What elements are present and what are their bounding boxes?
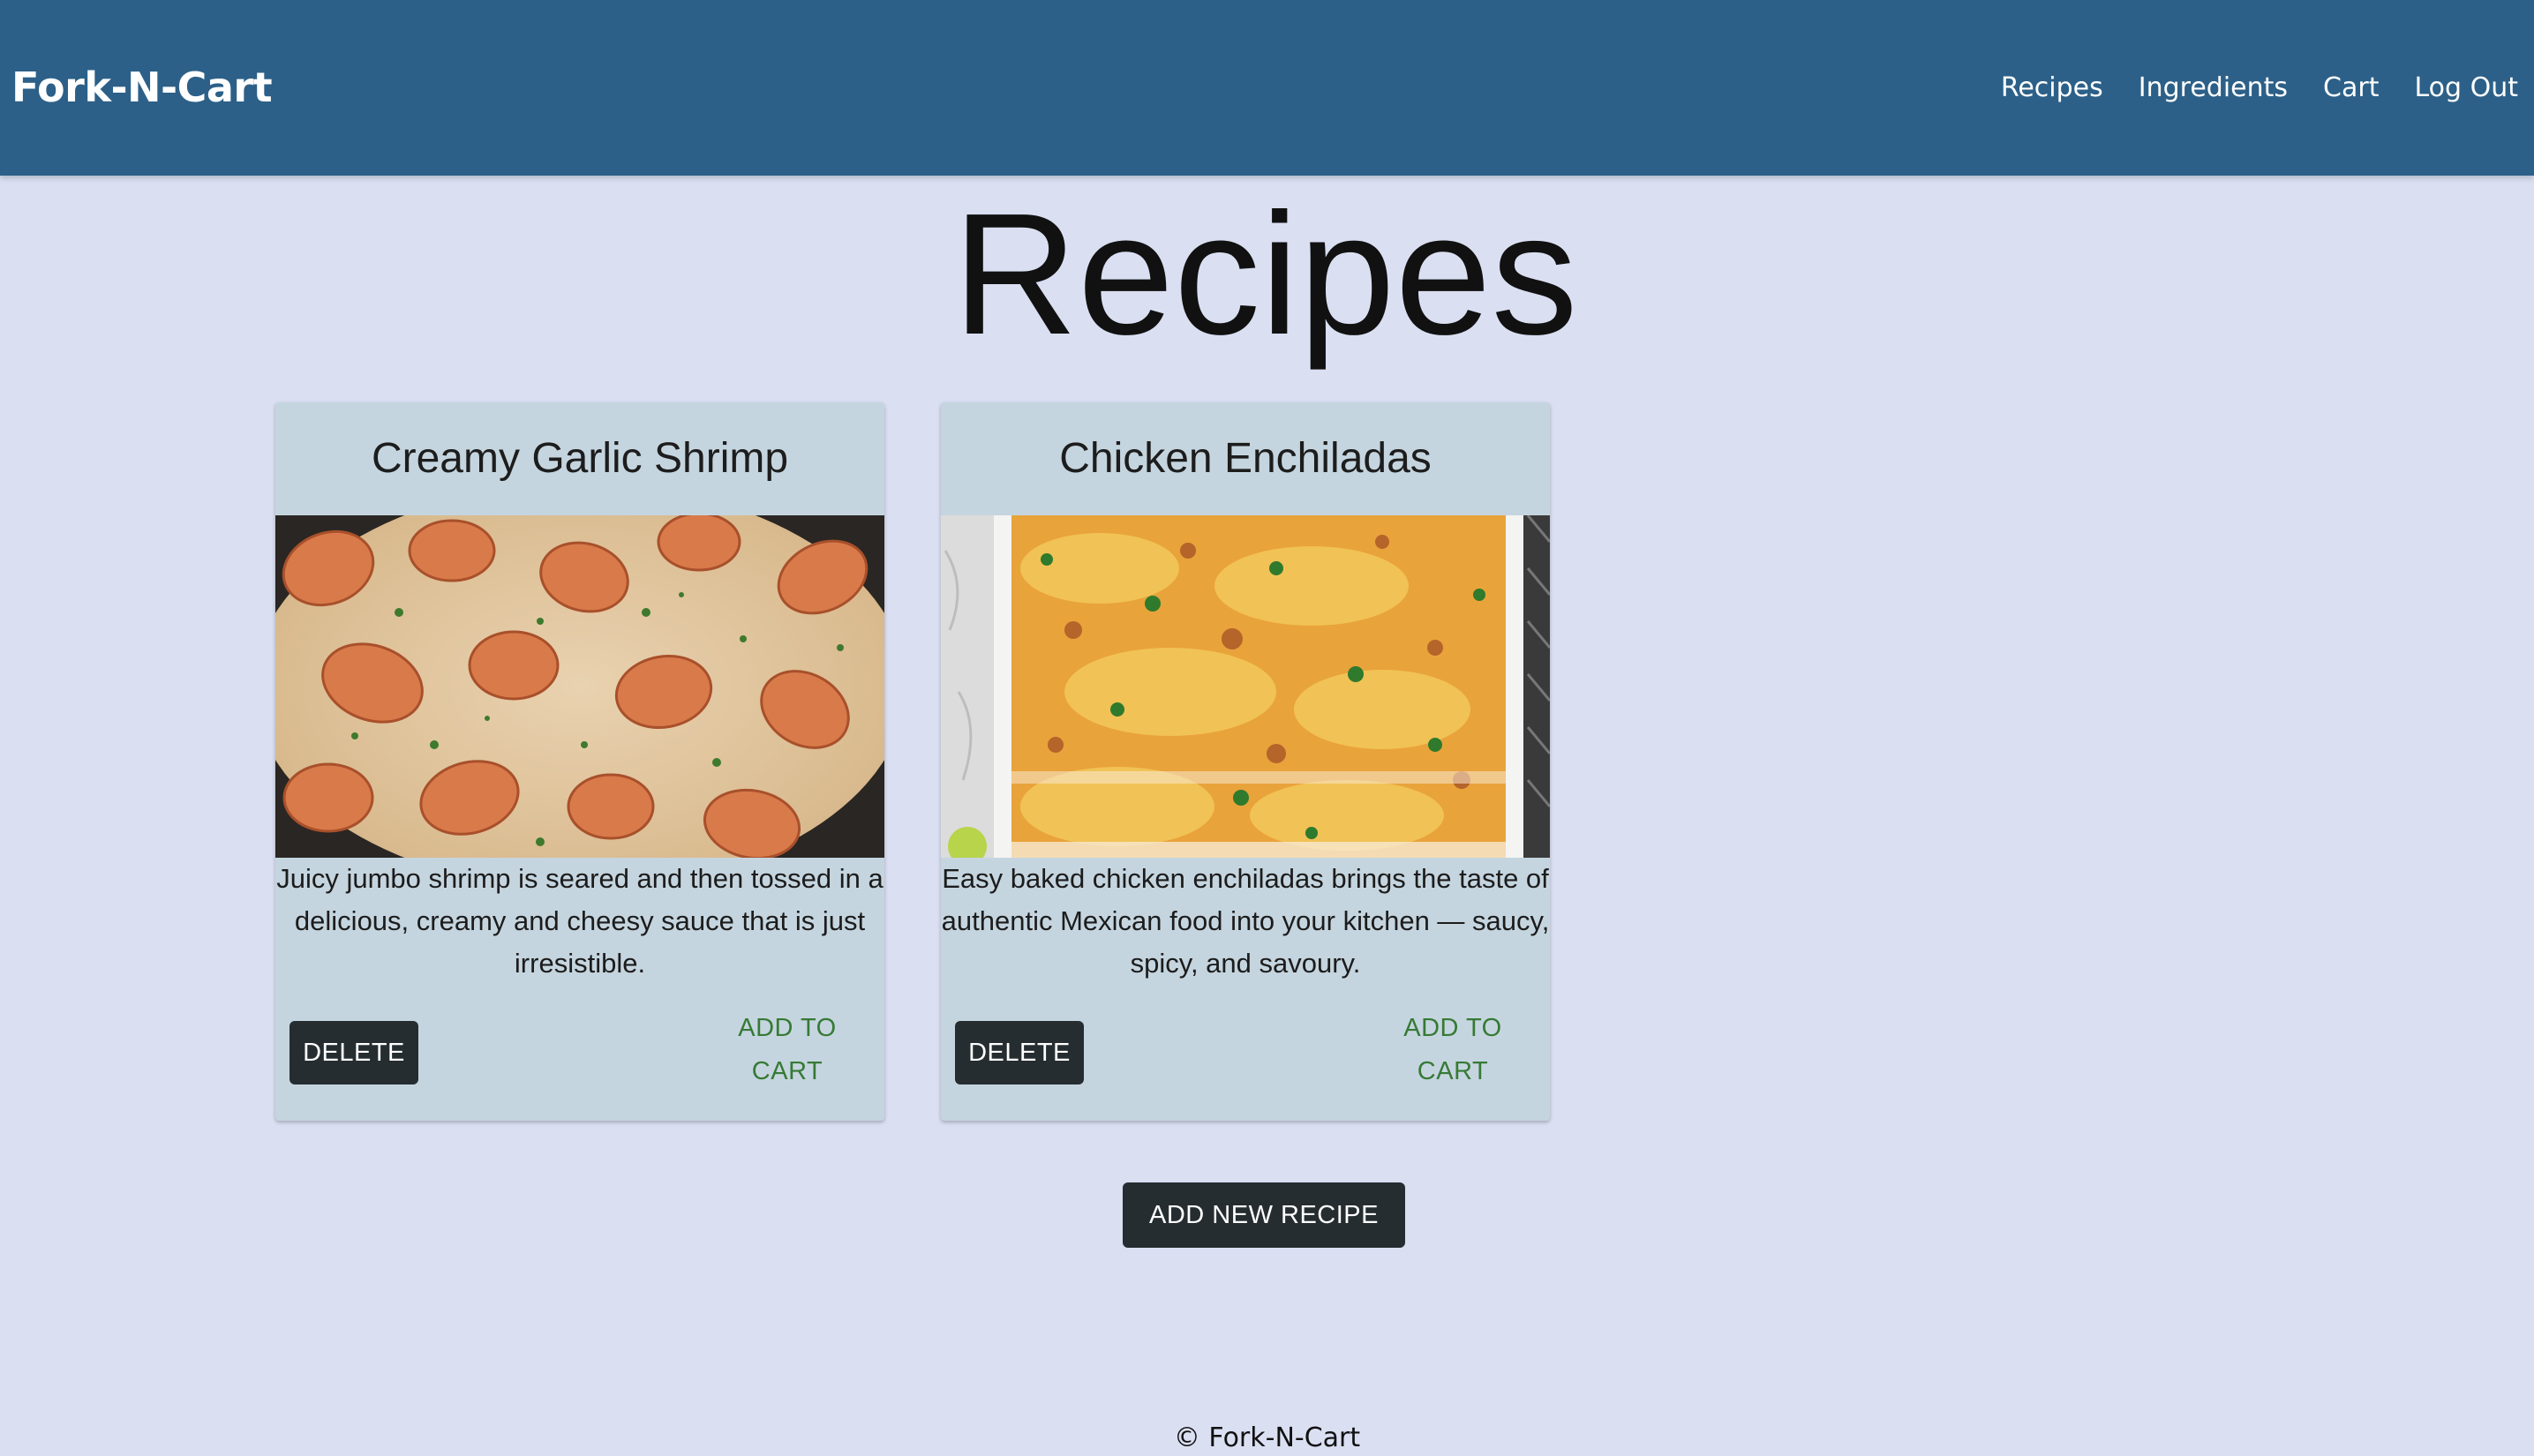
recipe-description: Juicy jumbo shrimp is seared and then to…: [276, 863, 884, 979]
nav-link-ingredients[interactable]: Ingredients: [2139, 72, 2288, 103]
add-new-recipe-button[interactable]: ADD NEW RECIPE: [1123, 1182, 1405, 1248]
nav-link-recipes[interactable]: Recipes: [2001, 72, 2103, 103]
recipe-title: Chicken Enchiladas: [1059, 435, 1432, 482]
add-to-cart-button[interactable]: ADD TO CART: [699, 1006, 876, 1094]
nav-link-log-out[interactable]: Log Out: [2414, 72, 2518, 103]
shrimp-photo: [275, 515, 884, 858]
enchiladas-photo: [941, 515, 1550, 858]
nav-link-cart[interactable]: Cart: [2323, 72, 2379, 103]
add-to-cart-button[interactable]: ADD TO CART: [1365, 1006, 1541, 1094]
recipe-card-creamy-garlic-shrimp: Creamy Garlic Shrimp Juicy jumbo shrimp …: [275, 402, 884, 1121]
brand-logo[interactable]: Fork-N-Cart: [11, 0, 273, 176]
recipe-title: Creamy Garlic Shrimp: [371, 435, 789, 482]
recipe-card-chicken-enchiladas: Chicken Enchiladas Easy baked chicken en…: [941, 402, 1550, 1121]
footer: © Fork-N-Cart: [0, 1421, 2534, 1456]
page-title: Recipes: [0, 173, 2534, 376]
navbar: Fork-N-Cart Recipes Ingredients Cart Log…: [0, 0, 2534, 176]
recipe-description: Easy baked chicken enchiladas brings the…: [941, 863, 1550, 979]
recipe-image-shrimp: [275, 515, 884, 858]
delete-button[interactable]: DELETE: [955, 1021, 1084, 1084]
recipe-image-enchiladas: [941, 515, 1550, 858]
delete-button[interactable]: DELETE: [289, 1021, 418, 1084]
nav-links: Recipes Ingredients Cart Log Out: [1966, 0, 2518, 176]
page-title-text: Recipes: [952, 177, 1578, 371]
